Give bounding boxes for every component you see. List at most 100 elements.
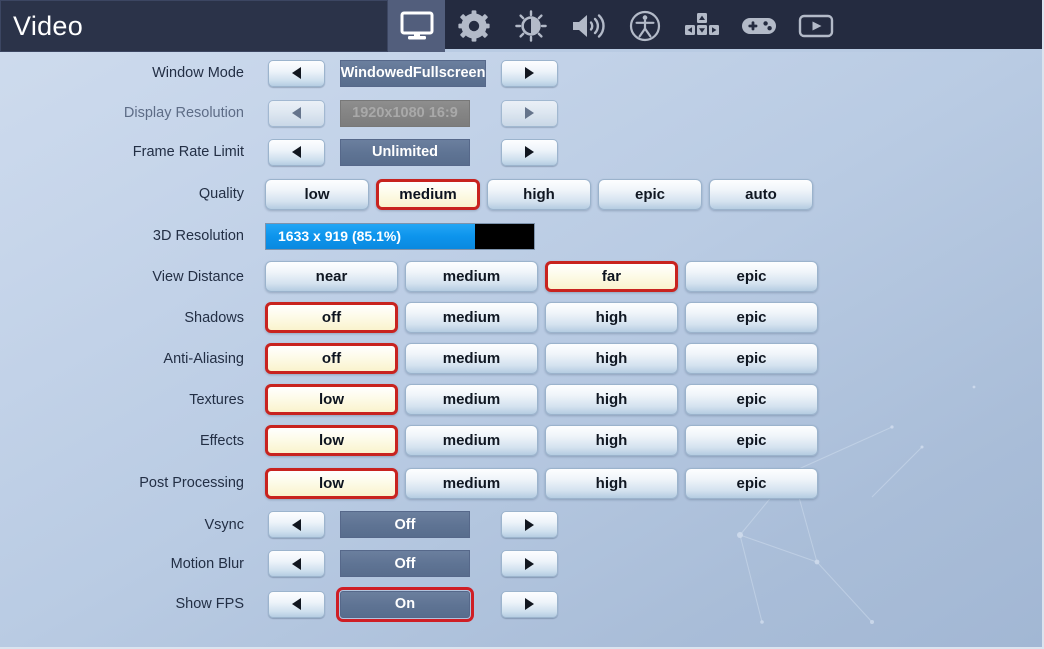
label-view-distance: View Distance: [0, 269, 258, 285]
textures-option-low[interactable]: low: [265, 384, 398, 415]
post-processing-option-high[interactable]: high: [545, 468, 678, 499]
label-3d-resolution: 3D Resolution: [0, 228, 258, 244]
row-shadows: Shadows off medium high epic: [0, 297, 1044, 338]
display-resolution-next-button[interactable]: [501, 100, 558, 127]
tab-game[interactable]: [445, 0, 502, 52]
shadows-option-high[interactable]: high: [545, 302, 678, 333]
anti-aliasing-option-off[interactable]: off: [265, 343, 398, 374]
row-textures: Textures low medium high epic: [0, 379, 1044, 420]
anti-aliasing-option-medium[interactable]: medium: [405, 343, 538, 374]
option-group-textures: low medium high epic: [265, 384, 818, 415]
vsync-prev-button[interactable]: [268, 511, 325, 538]
anti-aliasing-option-high[interactable]: high: [545, 343, 678, 374]
effects-option-epic[interactable]: epic: [685, 425, 818, 456]
window-mode-next-button[interactable]: [501, 60, 558, 87]
view-distance-option-far[interactable]: far: [545, 261, 678, 292]
right-arrow-icon: [525, 519, 534, 531]
post-processing-option-low[interactable]: low: [265, 468, 398, 499]
option-group-quality: low medium high epic auto: [265, 179, 813, 210]
row-anti-aliasing: Anti-Aliasing off medium high epic: [0, 338, 1044, 379]
controller-icon: [741, 13, 777, 39]
quality-option-auto[interactable]: auto: [709, 179, 813, 210]
frame-rate-limit-value[interactable]: Unlimited: [340, 139, 470, 166]
frame-rate-limit-next-button[interactable]: [501, 139, 558, 166]
textures-option-medium[interactable]: medium: [405, 384, 538, 415]
vsync-value[interactable]: Off: [340, 511, 470, 538]
label-quality: Quality: [0, 186, 258, 202]
quality-option-low[interactable]: low: [265, 179, 369, 210]
label-motion-blur: Motion Blur: [0, 556, 258, 572]
vsync-next-button[interactable]: [501, 511, 558, 538]
quality-option-high[interactable]: high: [487, 179, 591, 210]
textures-option-high[interactable]: high: [545, 384, 678, 415]
right-arrow-icon: [525, 598, 534, 610]
view-distance-option-near[interactable]: near: [265, 261, 398, 292]
tab-controller[interactable]: [730, 0, 787, 52]
label-shadows: Shadows: [0, 310, 258, 326]
keybinds-icon: [685, 12, 719, 40]
left-arrow-icon: [292, 598, 301, 610]
post-processing-option-medium[interactable]: medium: [405, 468, 538, 499]
show-fps-next-button[interactable]: [501, 591, 558, 618]
window-mode-value[interactable]: WindowedFullscreen: [340, 60, 486, 87]
3d-resolution-slider-fill: 1633 x 919 (85.1%): [266, 224, 475, 249]
row-post-processing: Post Processing low medium high epic: [0, 461, 1044, 505]
label-display-resolution: Display Resolution: [0, 105, 258, 121]
textures-option-epic[interactable]: epic: [685, 384, 818, 415]
accessibility-icon: [629, 10, 661, 42]
tab-input[interactable]: [673, 0, 730, 52]
gear-icon: [458, 10, 490, 42]
row-show-fps: Show FPS On: [0, 583, 1044, 625]
view-distance-option-medium[interactable]: medium: [405, 261, 538, 292]
label-effects: Effects: [0, 433, 258, 449]
frame-rate-limit-prev-button[interactable]: [268, 139, 325, 166]
left-arrow-icon: [292, 107, 301, 119]
post-processing-option-epic[interactable]: epic: [685, 468, 818, 499]
label-frame-rate-limit: Frame Rate Limit: [0, 144, 258, 160]
show-fps-value[interactable]: On: [340, 591, 470, 618]
show-fps-prev-button[interactable]: [268, 591, 325, 618]
3d-resolution-value-text: 1633 x 919 (85.1%): [278, 228, 401, 244]
tab-replay[interactable]: [787, 0, 844, 52]
display-resolution-prev-button[interactable]: [268, 100, 325, 127]
quality-option-medium[interactable]: medium: [376, 179, 480, 210]
motion-blur-next-button[interactable]: [501, 550, 558, 577]
top-bar: Video: [0, 0, 1044, 52]
tab-accessibility[interactable]: [616, 0, 673, 52]
anti-aliasing-option-epic[interactable]: epic: [685, 343, 818, 374]
effects-option-high[interactable]: high: [545, 425, 678, 456]
quality-option-epic[interactable]: epic: [598, 179, 702, 210]
option-group-effects: low medium high epic: [265, 425, 818, 456]
left-arrow-icon: [292, 558, 301, 570]
row-vsync: Vsync Off: [0, 505, 1044, 544]
stepper-window-mode: WindowedFullscreen: [268, 60, 558, 87]
row-frame-rate-limit: Frame Rate Limit Unlimited: [0, 132, 1044, 172]
label-post-processing: Post Processing: [0, 475, 258, 491]
monitor-icon: [400, 11, 434, 41]
effects-option-low[interactable]: low: [265, 425, 398, 456]
row-motion-blur: Motion Blur Off: [0, 544, 1044, 583]
option-group-anti-aliasing: off medium high epic: [265, 343, 818, 374]
shadows-option-off[interactable]: off: [265, 302, 398, 333]
label-anti-aliasing: Anti-Aliasing: [0, 351, 258, 367]
tab-video[interactable]: [388, 0, 445, 52]
tab-audio[interactable]: [559, 0, 616, 52]
row-display-resolution: Display Resolution 1920x1080 16:9: [0, 94, 1044, 132]
stepper-vsync: Off: [268, 511, 558, 538]
effects-option-medium[interactable]: medium: [405, 425, 538, 456]
replay-icon: [798, 13, 834, 39]
view-distance-option-epic[interactable]: epic: [685, 261, 818, 292]
row-quality: Quality low medium high epic auto: [0, 172, 1044, 216]
tab-brightness[interactable]: [502, 0, 559, 52]
left-arrow-icon: [292, 67, 301, 79]
right-arrow-icon: [525, 558, 534, 570]
right-arrow-icon: [525, 67, 534, 79]
stepper-motion-blur: Off: [268, 550, 558, 577]
motion-blur-value[interactable]: Off: [340, 550, 470, 577]
motion-blur-prev-button[interactable]: [268, 550, 325, 577]
shadows-option-epic[interactable]: epic: [685, 302, 818, 333]
label-window-mode: Window Mode: [0, 65, 258, 81]
shadows-option-medium[interactable]: medium: [405, 302, 538, 333]
3d-resolution-slider[interactable]: 1633 x 919 (85.1%): [265, 223, 535, 250]
window-mode-prev-button[interactable]: [268, 60, 325, 87]
